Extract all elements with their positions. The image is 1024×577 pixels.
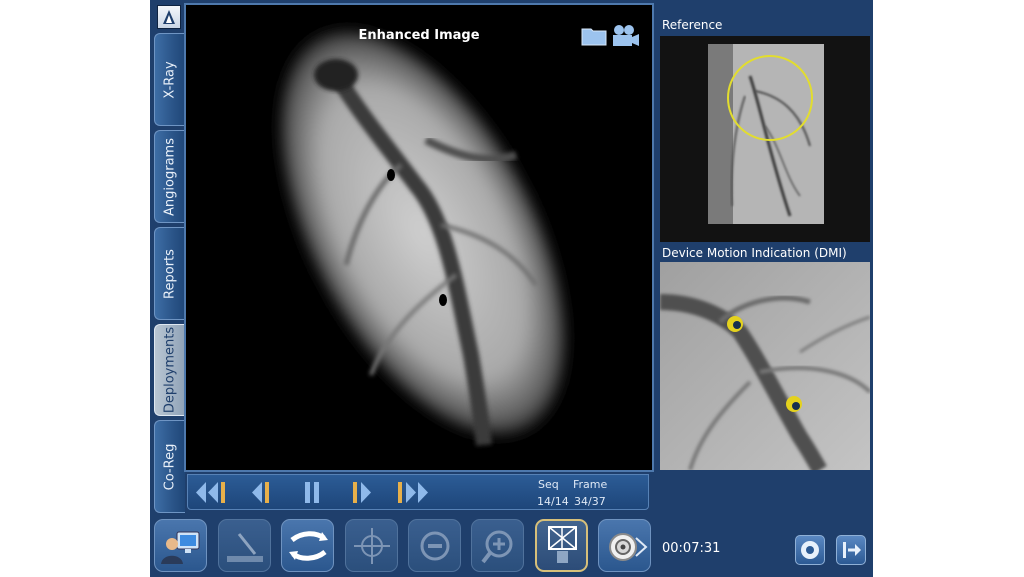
guidewire-icon [227, 533, 263, 562]
tab-label: X-Ray [162, 60, 178, 99]
playback-bar: Seq Frame 14/14 34/37 [187, 474, 649, 510]
tab-reports[interactable]: Reports [154, 227, 185, 320]
crosshair-icon [354, 528, 390, 564]
zoom-in-icon [481, 530, 513, 564]
tab-label: Angiograms [162, 137, 178, 216]
zoom-in-button[interactable] [471, 519, 524, 572]
swap-arrows-icon [289, 531, 328, 561]
reference-image-panel[interactable] [660, 36, 870, 242]
frame-value: 34/37 [574, 495, 606, 508]
elapsed-timer: 00:07:31 [662, 541, 721, 556]
enhanced-image-viewer[interactable]: Enhanced Image [184, 3, 654, 472]
dmi-title: Device Motion Indication (DMI) [662, 246, 847, 260]
zoom-out-icon [420, 531, 450, 561]
application-window: X-Ray Angiograms Reports Deployments Co-… [150, 0, 873, 577]
enhanced-image [278, 27, 568, 446]
tab-x-ray[interactable]: X-Ray [154, 33, 185, 126]
dmi-image [660, 262, 870, 470]
logo-icon [163, 10, 175, 24]
swap-button[interactable] [281, 519, 334, 572]
disc-icon [801, 541, 819, 559]
reference-image [708, 44, 824, 224]
stent-icon [548, 526, 577, 563]
pause-icon[interactable] [302, 480, 324, 505]
exit-button[interactable] [836, 535, 866, 565]
camera-lens-icon [609, 533, 648, 561]
exit-arrow-icon [843, 542, 861, 558]
frame-label: Frame [573, 478, 608, 491]
last-sequence-icon[interactable] [396, 480, 436, 505]
tab-label: Reports [162, 248, 178, 299]
guidewire-button[interactable] [218, 519, 271, 572]
dmi-image-panel[interactable] [660, 262, 870, 470]
crosshair-button[interactable] [345, 519, 398, 572]
seq-value: 14/14 [537, 495, 569, 508]
tab-deployments[interactable]: Deployments [154, 324, 185, 416]
stent-button[interactable] [535, 519, 588, 572]
record-button[interactable] [795, 535, 825, 565]
user-workstation-button[interactable] [154, 519, 207, 572]
user-workstation-icon [161, 531, 200, 564]
seq-label: Seq [538, 478, 559, 491]
reference-title: Reference [662, 18, 723, 32]
first-sequence-icon[interactable] [194, 480, 234, 505]
next-frame-icon[interactable] [351, 480, 381, 505]
zoom-out-button[interactable] [408, 519, 461, 572]
lens-button[interactable] [598, 519, 651, 572]
folder-icon[interactable] [581, 26, 607, 46]
app-logo-button[interactable] [157, 5, 181, 29]
tab-label: Co-Reg [162, 443, 178, 490]
tab-co-reg[interactable]: Co-Reg [154, 420, 185, 513]
previous-frame-icon[interactable] [248, 480, 278, 505]
video-camera-icon[interactable] [610, 24, 640, 48]
tab-label: Deployments [162, 326, 178, 414]
tab-angiograms[interactable]: Angiograms [154, 130, 185, 223]
